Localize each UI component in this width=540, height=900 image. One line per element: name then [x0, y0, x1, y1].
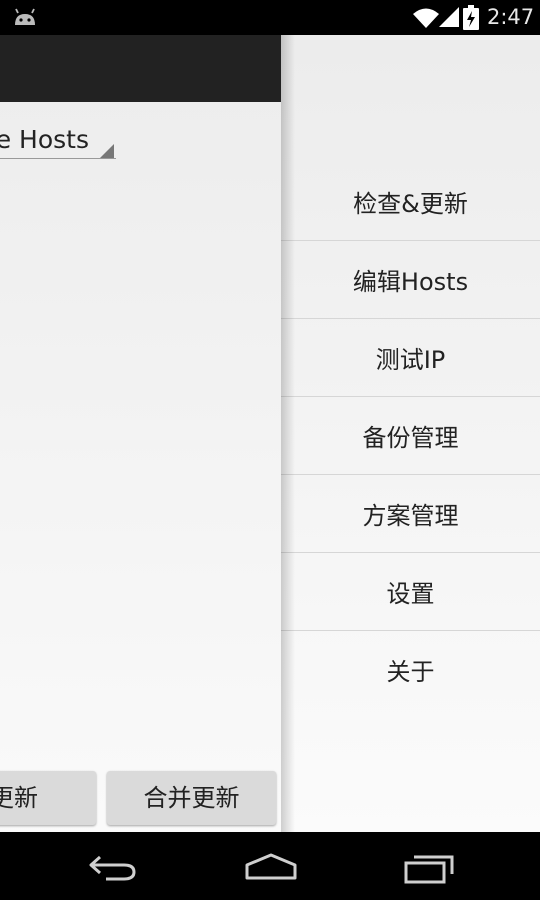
spinner-dropdown-indicator-icon — [100, 144, 114, 158]
drawer-menu: 检查&更新 编辑Hosts 测试IP 备份管理 方案管理 设置 关于 — [281, 163, 540, 708]
wifi-icon — [413, 8, 439, 28]
drawer-item-label: 检查&更新 — [353, 190, 468, 218]
drawer-item-label: 方案管理 — [362, 502, 459, 530]
hosts-source-spinner[interactable]: e Hosts — [0, 123, 116, 161]
drawer-item-check-update[interactable]: 检查&更新 — [281, 163, 540, 241]
merge-update-button[interactable]: 合并更新 — [107, 771, 276, 825]
back-icon[interactable] — [88, 854, 138, 882]
update-button-label: 更新 — [0, 784, 38, 812]
clock: 2:47 — [487, 5, 535, 29]
android-debug-icon — [15, 8, 35, 25]
spinner-underline — [0, 158, 116, 159]
spinner-selected-value: e Hosts — [0, 125, 89, 154]
action-bar — [0, 35, 281, 102]
drawer-item-edit-hosts[interactable]: 编辑Hosts — [281, 241, 540, 319]
drawer-item-label: 编辑Hosts — [352, 268, 469, 296]
update-button[interactable]: 更新 — [0, 771, 96, 825]
drawer-item-label: 备份管理 — [362, 424, 459, 452]
drawer-item-label: 关于 — [386, 658, 435, 686]
system-nav-bar — [0, 832, 540, 900]
signal-icon — [439, 7, 459, 27]
battery-charging-icon — [463, 5, 479, 30]
navigation-drawer: 检查&更新 编辑Hosts 测试IP 备份管理 方案管理 设置 关于 — [281, 35, 540, 832]
drawer-item-label: 设置 — [386, 580, 435, 608]
status-bar: 2:47 — [0, 0, 540, 35]
drawer-item-label: 测试IP — [375, 346, 446, 374]
main-panel: e Hosts 更新 合并更新 — [0, 35, 281, 832]
drawer-item-settings[interactable]: 设置 — [281, 553, 540, 631]
drawer-item-about[interactable]: 关于 — [281, 631, 540, 708]
drawer-item-backup-manage[interactable]: 备份管理 — [281, 397, 540, 475]
drawer-item-test-ip[interactable]: 测试IP — [281, 319, 540, 397]
drawer-shadow — [281, 35, 295, 832]
drawer-item-scheme-manage[interactable]: 方案管理 — [281, 475, 540, 553]
merge-update-button-label: 合并更新 — [143, 784, 240, 812]
home-icon[interactable] — [244, 852, 298, 882]
recent-apps-icon[interactable] — [404, 854, 454, 884]
